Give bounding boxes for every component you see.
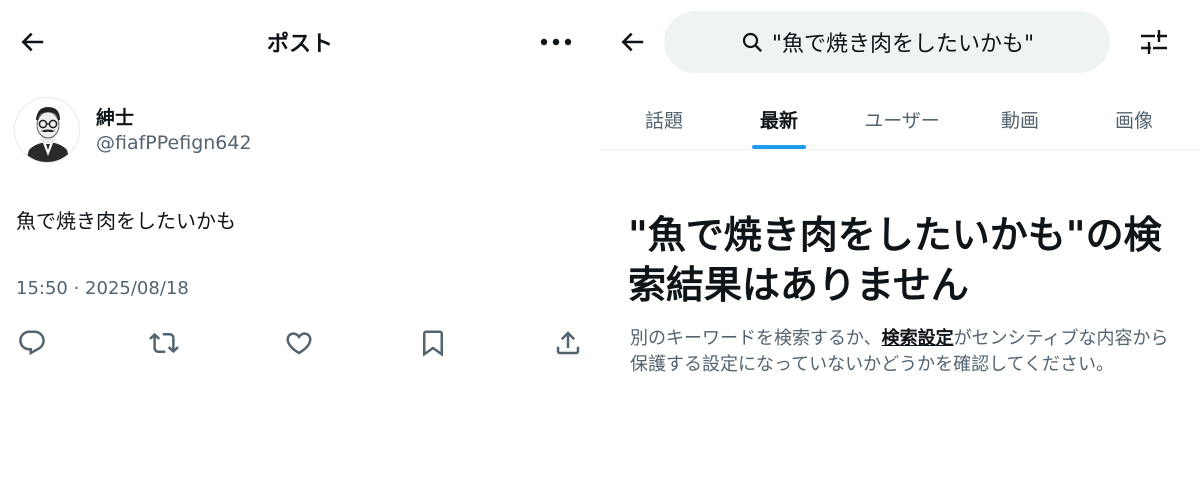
- search-input[interactable]: "魚で焼き肉をしたいかも": [664, 11, 1110, 73]
- search-query-text[interactable]: "魚で焼き肉をしたいかも": [772, 26, 1034, 58]
- heart-icon: [286, 332, 312, 355]
- bookmark-icon: [423, 330, 443, 357]
- bookmark-button[interactable]: [415, 326, 451, 360]
- reply-button[interactable]: [14, 326, 50, 360]
- reply-icon: [19, 330, 45, 356]
- arrow-left-icon: [621, 32, 644, 52]
- active-tab-indicator: [752, 145, 806, 149]
- share-button[interactable]: [550, 326, 586, 360]
- avatar[interactable]: [14, 97, 80, 163]
- search-icon: [742, 32, 762, 52]
- repost-icon: [149, 332, 179, 354]
- empty-desc-text-before: 別のキーワードを検索するか、: [630, 328, 882, 349]
- author-handle[interactable]: @fiafPPefign642: [96, 132, 252, 154]
- like-button[interactable]: [281, 326, 317, 360]
- tab-latest[interactable]: 最新: [747, 88, 811, 150]
- search-settings-link[interactable]: 検索設定: [882, 328, 954, 349]
- share-icon: [556, 331, 580, 355]
- more-options-button[interactable]: [536, 30, 576, 54]
- post-text: 魚で焼き肉をしたいかも: [16, 209, 236, 233]
- post-detail-panel: ポスト 紳士 @fiafPPefign642 魚で焼き肉をしたいかも 15:50…: [0, 0, 600, 483]
- search-tabs: 話題 最新 ユーザー 動画 画像: [600, 88, 1200, 150]
- more-horizontal-icon: [540, 38, 572, 46]
- tab-top[interactable]: 話題: [632, 88, 696, 150]
- post-timestamp[interactable]: 15:50 · 2025/08/18: [16, 278, 189, 299]
- tab-images[interactable]: 画像: [1102, 88, 1166, 150]
- tab-people[interactable]: ユーザー: [852, 88, 952, 150]
- page-title: ポスト: [266, 32, 333, 57]
- author-display-name[interactable]: 紳士: [96, 103, 134, 130]
- back-button[interactable]: [614, 26, 650, 58]
- empty-state-description: 別のキーワードを検索するか、検索設定がセンシティブな内容から保護する設定になって…: [630, 326, 1178, 378]
- search-filter-button[interactable]: [1134, 26, 1174, 58]
- filter-sliders-icon: [1141, 30, 1167, 54]
- empty-state-title: "魚で焼き肉をしたいかも"の検索結果はありません: [628, 213, 1162, 307]
- tab-videos[interactable]: 動画: [988, 88, 1052, 150]
- repost-button[interactable]: [146, 326, 182, 360]
- gentleman-avatar-icon: [15, 98, 79, 162]
- search-results-panel: "魚で焼き肉をしたいかも" 話題 最新 ユーザー 動画 画像 "魚で焼き肉をした…: [600, 0, 1200, 483]
